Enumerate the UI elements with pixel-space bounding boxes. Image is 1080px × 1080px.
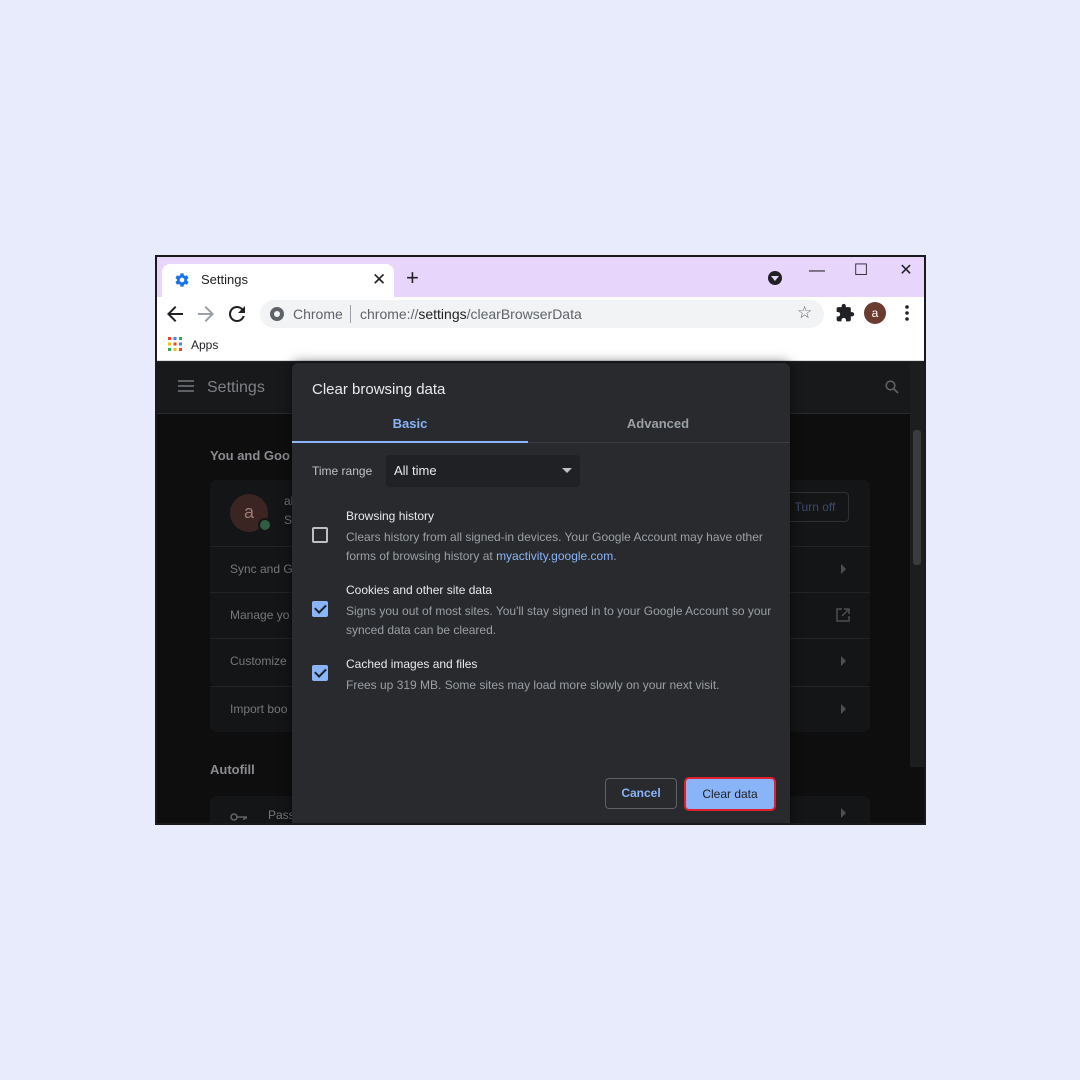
tab-advanced[interactable]: Advanced: [540, 407, 776, 443]
omnibox-chip: Chrome: [293, 306, 343, 322]
tab-settings[interactable]: Settings ✕: [162, 264, 394, 297]
search-icon[interactable]: [885, 380, 899, 394]
clear-browsing-data-dialog: Clear browsing data Basic Advanced Time …: [292, 363, 790, 823]
tab-close-icon[interactable]: ✕: [372, 268, 386, 292]
scrollbar-thumb[interactable]: [913, 430, 921, 565]
sync-badge-icon: [258, 518, 272, 532]
chevron-right-icon: [841, 656, 846, 666]
key-icon: [230, 813, 247, 821]
section-autofill: Autofill: [210, 762, 255, 777]
option-description: Signs you out of most sites. You'll stay…: [346, 604, 772, 637]
row-label: Import boo: [230, 702, 288, 716]
option-description: Clears history from all signed-in device…: [346, 530, 763, 563]
option-title: Cached images and files: [346, 657, 478, 671]
checkbox-browsing-history[interactable]: [312, 527, 328, 543]
gear-icon: [175, 273, 189, 287]
time-range-select[interactable]: All time: [386, 455, 580, 487]
apps-bookmark[interactable]: Apps: [191, 338, 218, 352]
maximize-button[interactable]: ☐: [846, 259, 876, 283]
option-description: Frees up 319 MB. Some sites may load mor…: [346, 678, 720, 692]
address-bar[interactable]: Chrome chrome://settings/clearBrowserDat…: [260, 300, 824, 328]
tab-strip: Settings ✕ + — ☐ ✕: [157, 257, 924, 297]
new-tab-button[interactable]: +: [406, 265, 419, 291]
chevron-right-icon: [841, 704, 846, 714]
close-window-button[interactable]: ✕: [891, 259, 921, 283]
option-title: Cookies and other site data: [346, 583, 493, 597]
myactivity-link[interactable]: myactivity.google.com: [496, 549, 613, 563]
minimize-button[interactable]: —: [802, 259, 832, 283]
dropdown-caret-icon: [562, 468, 572, 473]
omnibox-separator: [350, 305, 351, 323]
bookmark-star-icon[interactable]: ☆: [797, 303, 812, 323]
reload-icon[interactable]: [225, 302, 249, 326]
checkbox-cookies[interactable]: [312, 601, 328, 617]
more-vert-icon[interactable]: [897, 302, 917, 324]
omnibox-url[interactable]: chrome://settings/clearBrowserData: [360, 306, 582, 322]
page-title: Settings: [207, 379, 265, 396]
row-label: Sync and G: [230, 562, 293, 576]
cancel-button[interactable]: Cancel: [605, 778, 677, 809]
time-range-label: Time range: [312, 464, 373, 478]
dialog-tabs: Basic Advanced: [292, 407, 790, 443]
section-you-and-google: You and Goo: [210, 448, 290, 463]
tab-basic[interactable]: Basic: [292, 407, 528, 443]
dialog-title: Clear browsing data: [312, 381, 446, 398]
profile-avatar[interactable]: a: [864, 302, 886, 324]
time-range-value: All time: [394, 463, 437, 478]
open-external-icon: [836, 608, 850, 622]
clear-data-button[interactable]: Clear data: [684, 777, 776, 811]
page-scrollbar[interactable]: [910, 362, 924, 767]
checkbox-cached-images[interactable]: [312, 665, 328, 681]
bookmarks-bar: Apps: [157, 331, 924, 361]
row-label: Pass: [268, 808, 295, 822]
browser-window: Settings ✕ + — ☐ ✕ Chrome chrome://setti…: [155, 255, 926, 825]
option-title: Browsing history: [346, 509, 435, 523]
forward-arrow-icon[interactable]: [194, 302, 218, 326]
tab-title: Settings: [201, 272, 248, 287]
chevron-right-icon: [841, 808, 846, 818]
account-email: S: [284, 513, 293, 527]
toolbar: Chrome chrome://settings/clearBrowserDat…: [157, 297, 924, 331]
turn-off-sync-button[interactable]: Turn off: [781, 492, 849, 522]
chevron-right-icon: [841, 564, 846, 574]
extensions-puzzle-icon[interactable]: [835, 303, 855, 323]
back-arrow-icon[interactable]: [163, 302, 187, 326]
chrome-page-icon[interactable]: [270, 307, 284, 321]
row-label: Customize: [230, 654, 287, 668]
menu-icon[interactable]: [178, 380, 194, 392]
apps-grid-icon[interactable]: [168, 337, 182, 351]
row-label: Manage yo: [230, 608, 290, 622]
tab-search-icon[interactable]: [768, 271, 782, 285]
